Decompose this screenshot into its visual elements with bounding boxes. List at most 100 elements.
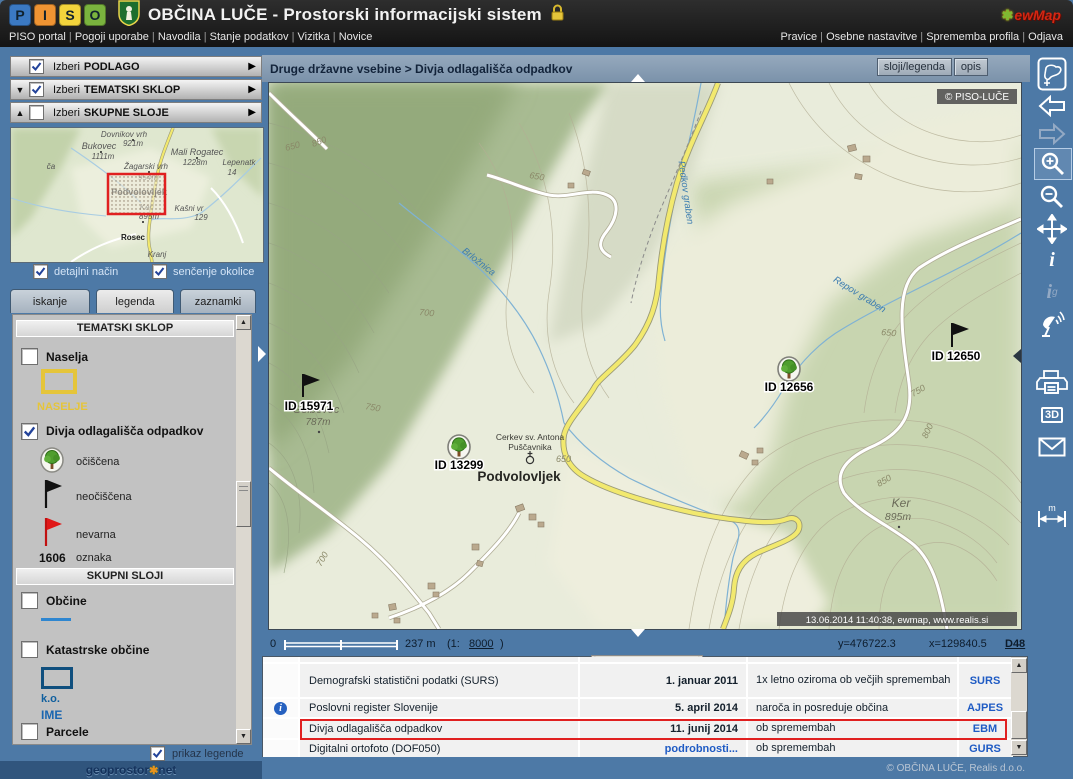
scroll-up-button[interactable]: ▲	[1011, 658, 1027, 673]
menu-stanje-podatkov[interactable]: Stanje podatkov	[210, 31, 298, 43]
app-title: OBČINA LUČE - Prostorski informacijski s…	[148, 5, 542, 25]
expand-arrow-icon[interactable]: ▶	[248, 61, 256, 72]
tab-iskanje[interactable]: iskanje	[10, 289, 90, 313]
expand-arrow-icon[interactable]: ▶	[248, 84, 256, 95]
minimap-label: 1228m	[183, 158, 208, 167]
info-icon[interactable]: i	[274, 702, 287, 715]
pan-button[interactable]	[1034, 214, 1070, 244]
scroll-down-button[interactable]: ▼	[1011, 740, 1027, 755]
table-row[interactable]: i Poslovni register Slovenije 5. april 2…	[263, 699, 1013, 719]
dataset-name: Poslovni register Slovenije	[300, 699, 580, 717]
neociscena-label: neočiščena	[76, 491, 132, 503]
collapse-down-icon[interactable]: ▼	[11, 85, 29, 95]
dataset-source-link[interactable]: SURS	[959, 664, 1013, 697]
minimap-label: Bukovec	[82, 141, 117, 151]
panel-izberi-skupne-sloje[interactable]: ▲ Izberi SKUPNE SLOJE ▶	[10, 102, 262, 123]
divja-layer-checkbox[interactable]	[21, 423, 38, 440]
panel-izberi-tematski-sklop[interactable]: ▼ Izberi TEMATSKI SKLOP ▶	[10, 79, 262, 100]
dataset-date: 11. junij 2014	[580, 719, 748, 738]
svg-text:895m: 895m	[885, 511, 912, 523]
mail-button[interactable]	[1034, 434, 1070, 460]
panel-izberi-podlago[interactable]: Izberi PODLAGO ▶	[10, 56, 262, 77]
table-row[interactable]: Demografski statistični podatki (SURS) 1…	[263, 664, 1013, 699]
piso-logo-i[interactable]: I	[34, 4, 56, 26]
table-scrollbar[interactable]: ▲ ▼	[1011, 657, 1027, 756]
naselja-layer-checkbox[interactable]	[21, 348, 38, 365]
menu-navodila[interactable]: Navodila	[158, 31, 210, 43]
dataset-source-link[interactable]: EBM	[959, 719, 1013, 738]
geoprostor-logo[interactable]: geoprostor✱net	[86, 763, 177, 777]
row-icon-cell	[263, 664, 300, 697]
collapse-up-icon[interactable]: ▲	[11, 108, 29, 118]
opis-button[interactable]: opis	[954, 58, 988, 76]
expand-arrow-icon[interactable]: ▶	[248, 107, 256, 118]
info-button[interactable]: i	[1034, 246, 1070, 274]
forward-button[interactable]	[1034, 122, 1070, 146]
print-button[interactable]	[1034, 368, 1070, 398]
menu-pravice[interactable]: Pravice	[780, 31, 826, 43]
scale-ratio-link[interactable]: 8000	[469, 638, 493, 650]
podrobnosti-link[interactable]: podrobnosti...	[665, 743, 738, 755]
sloji-legenda-button[interactable]: sloji/legenda	[877, 58, 952, 76]
back-button[interactable]	[1034, 94, 1070, 118]
piso-logo-p[interactable]: P	[9, 4, 31, 26]
ime-swatch-label: IME	[41, 708, 62, 722]
scroll-down-button[interactable]: ▼	[236, 729, 251, 744]
skupne-checkbox[interactable]	[29, 105, 44, 120]
sencenje-okolice-checkbox[interactable]	[152, 264, 167, 279]
dataset-source-link[interactable]: GURS	[959, 740, 1013, 757]
dataset-source-link[interactable]: AJPES	[959, 699, 1013, 717]
breadcrumb-bar: Druge državne vsebine > Divja odlagališč…	[262, 55, 1030, 82]
prikaz-legende-checkbox[interactable]	[150, 746, 165, 761]
zoom-in-button[interactable]	[1034, 148, 1072, 180]
menu-odjava[interactable]: Odjava	[1028, 31, 1063, 43]
row-icon-cell	[263, 740, 300, 757]
svg-text:Ker: Ker	[892, 496, 912, 510]
dataset-date: 5. april 2014	[580, 699, 748, 717]
scrollbar-thumb[interactable]	[1011, 711, 1027, 739]
menu-osebne-nastavitve[interactable]: Osebne nastavitve	[826, 31, 926, 43]
map-viewport[interactable]: 650 650 650 650 700 700 750 750 800 850 …	[268, 82, 1022, 630]
menu-piso-portal[interactable]: PISO portal	[9, 31, 75, 43]
overview-slovenia-button[interactable]	[1034, 56, 1070, 92]
piso-logo-o[interactable]: O	[84, 4, 106, 26]
menu-pogoji-uporabe[interactable]: Pogoji uporabe	[75, 31, 158, 43]
minimap-label: Žagarski vrh	[123, 162, 169, 171]
obcine-layer-checkbox[interactable]	[21, 592, 38, 609]
threed-glyph: 3D	[1041, 407, 1063, 423]
tematski-checkbox[interactable]	[29, 82, 44, 97]
collapse-top-handle[interactable]	[631, 74, 645, 82]
info-sub-glyph: g	[1052, 287, 1058, 298]
minimap-extent-rect[interactable]	[108, 174, 165, 214]
dataset-date: podrobnosti...	[580, 740, 748, 757]
detajlni-nacin-option: detajlni način	[33, 264, 118, 279]
overview-minimap[interactable]: Dovnikov vrh 921m Bukovec 1111m Mali Rog…	[10, 127, 264, 263]
collapse-right-handle[interactable]	[1013, 349, 1021, 363]
katastrske-layer-checkbox[interactable]	[21, 641, 38, 658]
datum-link[interactable]: D48	[1005, 638, 1025, 650]
menu-novice[interactable]: Novice	[339, 31, 373, 43]
data-sources-panel: ▲ ▲ Demografski statistični podatki (SUR…	[262, 656, 1028, 757]
parcele-layer-checkbox[interactable]	[21, 723, 38, 740]
info-graphic-button[interactable]: ig	[1034, 278, 1070, 306]
podlago-checkbox[interactable]	[29, 59, 44, 74]
table-row[interactable]: Digitalni ortofoto (DOF050) podrobnosti.…	[263, 740, 1013, 757]
scrollbar-thumb[interactable]	[236, 481, 251, 527]
menu-sprememba-profila[interactable]: Sprememba profila	[926, 31, 1028, 43]
zoom-out-button[interactable]	[1034, 184, 1070, 210]
table-row-highlighted[interactable]: Divja odlagališča odpadkov 11. junij 201…	[263, 719, 1013, 740]
scroll-up-button[interactable]: ▲	[236, 315, 251, 330]
menu-vizitka[interactable]: Vizitka	[298, 31, 339, 43]
naselje-swatch-icon	[41, 369, 77, 394]
row-icon-cell: i	[263, 699, 300, 717]
gps-button[interactable]	[1034, 308, 1070, 340]
collapse-left-handle[interactable]	[258, 346, 266, 362]
detajlni-nacin-checkbox[interactable]	[33, 264, 48, 279]
threed-button[interactable]: 3D	[1034, 402, 1070, 428]
tab-legenda[interactable]: legenda	[96, 289, 174, 313]
measure-button[interactable]: m	[1034, 502, 1070, 530]
legend-scrollbar[interactable]: ▲ ▼	[236, 315, 251, 744]
piso-logo-s[interactable]: S	[59, 4, 81, 26]
ociscena-label: očiščena	[76, 456, 119, 468]
tab-zaznamki[interactable]: zaznamki	[180, 289, 256, 313]
